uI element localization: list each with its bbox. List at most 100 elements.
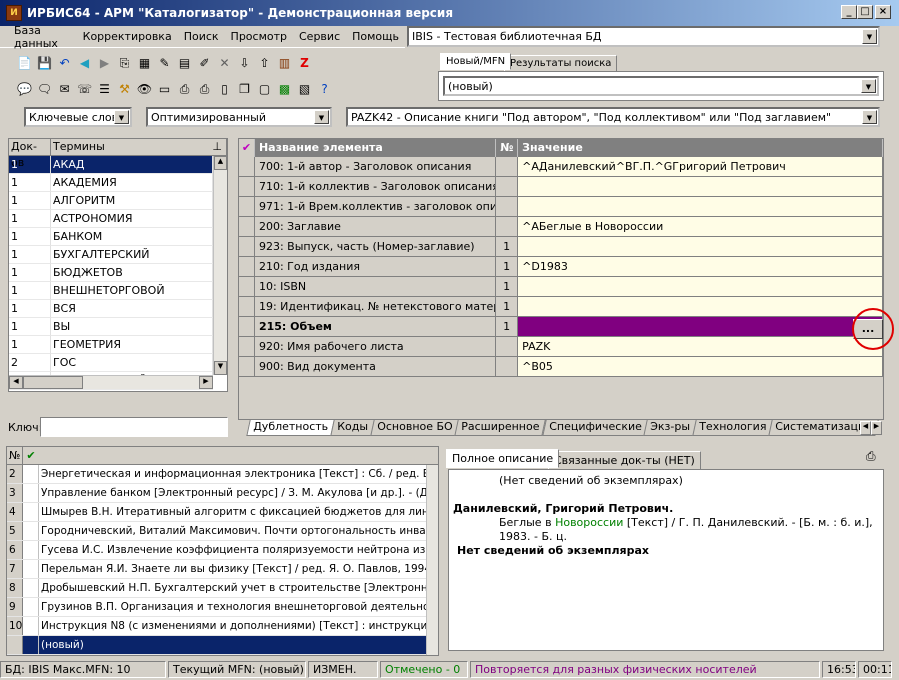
- doc-row[interactable]: 8 Дробышевский Н.П. Бухгалтерский учет в …: [7, 579, 438, 598]
- field-value[interactable]: ^AДанилевский^BГ.П.^GГригорий Петрович: [518, 157, 883, 177]
- menu-view[interactable]: Просмотр: [225, 30, 293, 43]
- doc-check[interactable]: [23, 465, 39, 483]
- doc-row[interactable]: 10 Инструкция N8 (с изменениями и дополне…: [7, 617, 438, 636]
- field-value[interactable]: ^B05: [518, 357, 883, 377]
- stamp-icon[interactable]: ✎: [156, 55, 173, 72]
- row-marker[interactable]: [239, 317, 255, 337]
- field-value[interactable]: [518, 277, 883, 297]
- terms-row[interactable]: 1 АЛГОРИТМ: [9, 192, 227, 210]
- comment-icon[interactable]: 💬: [16, 81, 33, 98]
- doc-row[interactable]: 9 Грузинов В.П. Организация и технология …: [7, 598, 438, 617]
- scroll-left-icon[interactable]: ◀: [9, 376, 23, 389]
- grid-row[interactable]: 900: Вид документа ^B05: [239, 357, 883, 377]
- mail-icon[interactable]: ✉: [56, 81, 73, 98]
- chevron-down-icon[interactable]: ▼: [862, 29, 877, 44]
- checkmark-icon[interactable]: ✔: [23, 447, 39, 464]
- back-icon[interactable]: ◀: [76, 55, 93, 72]
- row-marker[interactable]: [239, 237, 255, 257]
- import-icon[interactable]: ⇩: [236, 55, 253, 72]
- tab-search-results[interactable]: Результаты поиска: [504, 55, 618, 72]
- tab-bottom-3[interactable]: Расширенное: [454, 420, 547, 436]
- tools-icon[interactable]: ⚒: [116, 81, 133, 98]
- terms-hscrollbar[interactable]: ◀ ▶: [9, 375, 213, 389]
- tab-new-mfn[interactable]: Новый/MFN: [440, 53, 512, 70]
- doc-check[interactable]: [23, 522, 39, 540]
- z-icon[interactable]: Z: [296, 55, 313, 72]
- grid-icon[interactable]: ▦: [136, 55, 153, 72]
- grid-row[interactable]: 920: Имя рабочего листа PAZK: [239, 337, 883, 357]
- chat-icon[interactable]: ☏: [76, 81, 93, 98]
- forward-icon[interactable]: ▶: [96, 55, 113, 72]
- doc-check[interactable]: [23, 598, 39, 616]
- scroll-right-icon[interactable]: ▶: [871, 421, 882, 435]
- scroll-left-icon[interactable]: ◀: [860, 421, 871, 435]
- tab-bottom-5[interactable]: Экз-ры: [643, 420, 697, 436]
- scroll-up-icon[interactable]: ▲: [214, 156, 227, 170]
- doc-check[interactable]: [23, 503, 39, 521]
- terms-row[interactable]: 1 АКАД: [9, 156, 227, 174]
- delete-icon[interactable]: ✕: [216, 55, 233, 72]
- row-marker[interactable]: [239, 257, 255, 277]
- print-preview-icon[interactable]: ⎙: [196, 81, 213, 98]
- grid-row[interactable]: 971: 1-й Врем.коллектив - заголовок опис…: [239, 197, 883, 217]
- tab-bottom-1[interactable]: Коды: [330, 420, 375, 436]
- chevron-down-icon[interactable]: ▼: [861, 79, 876, 93]
- doc-check[interactable]: [23, 484, 39, 502]
- grid-row[interactable]: 19: Идентификац. № нетекстового материал…: [239, 297, 883, 317]
- tab-bottom-2[interactable]: Основное БО: [370, 420, 460, 436]
- checkmark-icon[interactable]: ✔: [239, 139, 255, 157]
- menu-database[interactable]: База данных: [8, 24, 77, 50]
- doc-check[interactable]: [23, 560, 39, 578]
- comments-icon[interactable]: 🗨: [36, 81, 53, 98]
- terms-row[interactable]: 1 ВЫ: [9, 318, 227, 336]
- field-value[interactable]: ^AБеглые в Новороссии: [518, 217, 883, 237]
- grid-row[interactable]: 200: Заглавие ^AБеглые в Новороссии: [239, 217, 883, 237]
- save-icon[interactable]: 💾: [36, 55, 53, 72]
- search-mode-select[interactable]: Ключевые слова ▼: [24, 107, 132, 127]
- key-input[interactable]: [40, 417, 228, 437]
- field-value[interactable]: [518, 237, 883, 257]
- terms-vscrollbar[interactable]: ▲ ▼: [213, 156, 227, 375]
- terms-row[interactable]: 1 БУХГАЛТЕРСКИЙ: [9, 246, 227, 264]
- terms-row[interactable]: 1 АСТРОНОМИЯ: [9, 210, 227, 228]
- menu-search[interactable]: Поиск: [178, 30, 225, 43]
- terms-row[interactable]: 1 ВНЕШНЕТОРГОВОЙ: [9, 282, 227, 300]
- new-record-icon[interactable]: 📄: [16, 55, 33, 72]
- grid-row[interactable]: 923: Выпуск, часть (Номер-заглавие) 1: [239, 237, 883, 257]
- doc-row[interactable]: 2 Энергетическая и информационная электро…: [7, 465, 438, 484]
- database-select[interactable]: IBIS - Тестовая библиотечная БД ▼: [407, 26, 880, 47]
- tab-linked-docs[interactable]: Связанные док-ты (НЕТ): [548, 451, 701, 470]
- minimize-button[interactable]: _: [841, 5, 857, 19]
- field-value[interactable]: [518, 297, 883, 317]
- docs-vscrollbar[interactable]: [426, 465, 438, 655]
- doc-check[interactable]: [23, 579, 39, 597]
- undo-icon[interactable]: ↶: [56, 55, 73, 72]
- doc-row[interactable]: 3 Управление банком [Электронный ресурс] …: [7, 484, 438, 503]
- doc-row[interactable]: 5 Городничевский, Виталий Максимович. Поч…: [7, 522, 438, 541]
- terms-header-count[interactable]: Док-ов: [9, 139, 51, 169]
- scroll-right-icon[interactable]: ▶: [199, 376, 213, 389]
- grid-row[interactable]: 215: Объем 1: [239, 317, 883, 337]
- help-icon[interactable]: ?: [316, 81, 333, 98]
- folder-icon[interactable]: ▭: [156, 81, 173, 98]
- row-marker[interactable]: [239, 297, 255, 317]
- grid-row[interactable]: 210: Год издания 1 ^D1983: [239, 257, 883, 277]
- row-marker[interactable]: [239, 277, 255, 297]
- desc-link[interactable]: Новороссии: [555, 516, 623, 529]
- doc-row[interactable]: 4 Шмырев В.Н. Итеративный алгоритм с фикс…: [7, 503, 438, 522]
- worksheet-select[interactable]: PAZK42 - Описание книги "Под автором", "…: [346, 107, 880, 127]
- row-marker[interactable]: [239, 357, 255, 377]
- export-icon[interactable]: ⇧: [256, 55, 273, 72]
- terms-row[interactable]: 1 БАНКОМ: [9, 228, 227, 246]
- menu-edit[interactable]: Корректировка: [77, 30, 178, 43]
- terms-row[interactable]: 1 ВСЯ: [9, 300, 227, 318]
- barcode-icon[interactable]: ▥: [276, 55, 293, 72]
- page-icon[interactable]: ▢: [256, 81, 273, 98]
- scroll-thumb[interactable]: [23, 376, 83, 389]
- tab-bottom-0[interactable]: Дублетность: [246, 420, 335, 436]
- chevron-down-icon[interactable]: ▼: [114, 110, 129, 124]
- row-marker[interactable]: [239, 177, 255, 197]
- tab-bottom-6[interactable]: Технология: [692, 420, 774, 436]
- chevron-down-icon[interactable]: ▼: [314, 110, 329, 124]
- field-value[interactable]: PAZK: [518, 337, 883, 357]
